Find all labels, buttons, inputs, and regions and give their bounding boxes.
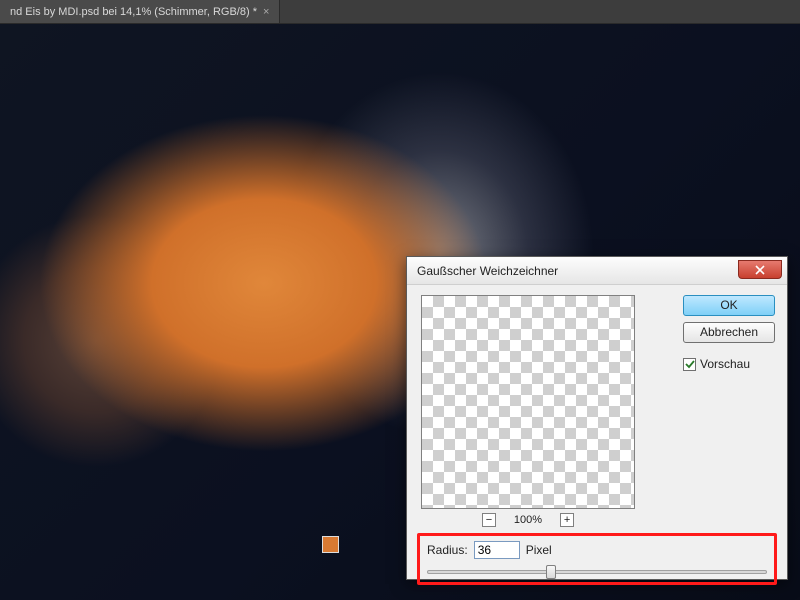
zoom-controls: − 100% + [421,513,635,527]
radius-unit: Pixel [526,543,552,557]
radius-slider[interactable] [427,565,767,579]
radius-row: Radius: Pixel [427,541,552,559]
close-icon[interactable]: × [263,6,269,18]
radius-label: Radius: [427,543,468,557]
zoom-in-button[interactable]: + [560,513,574,527]
preview-thumbnail[interactable] [421,295,635,509]
zoom-percent: 100% [514,514,542,526]
zoom-out-button[interactable]: − [482,513,496,527]
preview-checkbox-label: Vorschau [700,357,750,371]
dialog-body: − 100% + OK Abbrechen Vorschau Radius: P… [407,285,787,579]
preview-checkbox[interactable] [683,358,696,371]
window-close-button[interactable] [738,260,782,279]
dialog-title: Gaußscher Weichzeichner [417,264,558,278]
preview-checkbox-row[interactable]: Vorschau [683,357,775,371]
document-tab[interactable]: nd Eis by MDI.psd bei 14,1% (Schimmer, R… [0,0,280,23]
close-icon [755,265,765,275]
document-tab-title: nd Eis by MDI.psd bei 14,1% (Schimmer, R… [10,6,257,18]
check-icon [685,359,695,369]
slider-track [427,570,767,574]
dialog-titlebar[interactable]: Gaußscher Weichzeichner [407,257,787,285]
slider-thumb[interactable] [546,565,556,579]
cancel-button[interactable]: Abbrechen [683,322,775,343]
ok-button[interactable]: OK [683,295,775,316]
document-tab-bar: nd Eis by MDI.psd bei 14,1% (Schimmer, R… [0,0,800,24]
radius-input[interactable] [474,541,520,559]
color-swatch[interactable] [322,536,339,553]
gaussian-blur-dialog: Gaußscher Weichzeichner − 100% + OK Abbr… [406,256,788,580]
